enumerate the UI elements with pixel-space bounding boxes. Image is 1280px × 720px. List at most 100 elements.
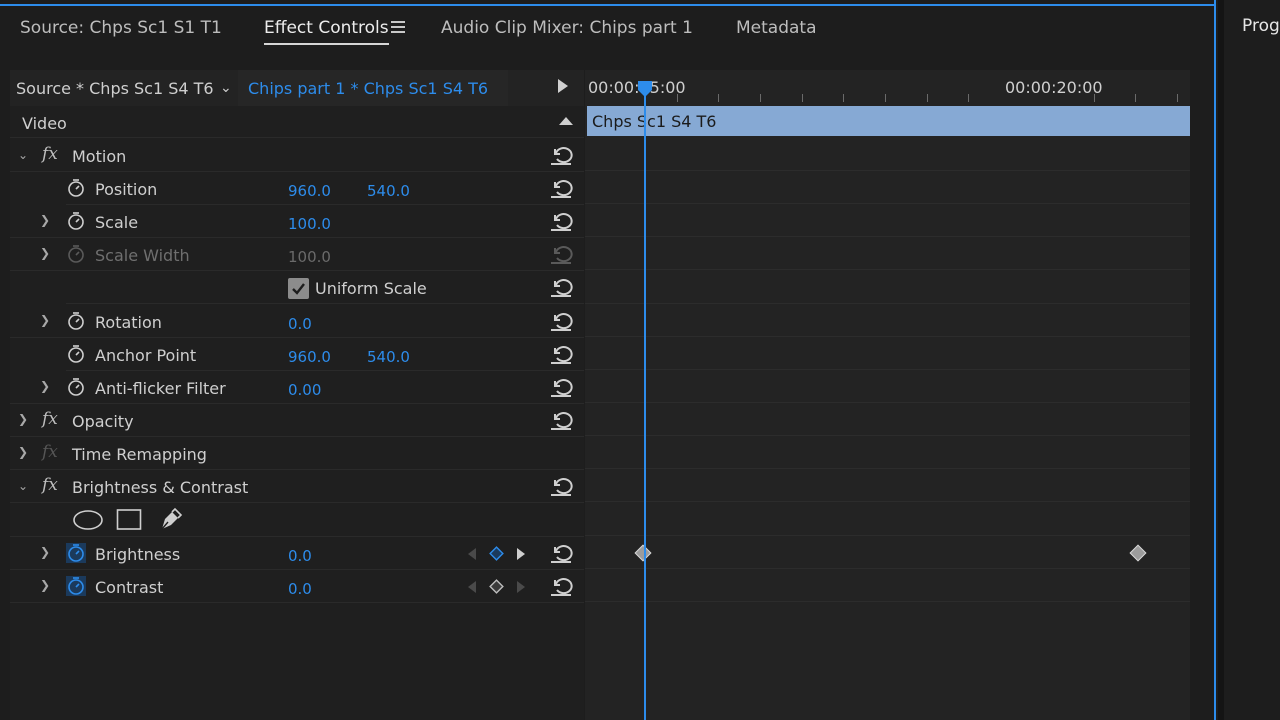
tab-audio-clip-mixer[interactable]: Audio Clip Mixer: Chips part 1 [441,18,693,38]
keyframe-navigator[interactable] [467,545,531,563]
mask-tools [10,503,584,537]
timeline-row-divider [585,336,1190,337]
stopwatch-icon[interactable] [66,211,86,231]
program-monitor-panel: Progr [1224,0,1280,720]
clip-bar-label: Chps Sc1 S4 T6 [592,112,717,131]
stopwatch-icon[interactable] [66,178,86,198]
stopwatch-icon [68,245,84,263]
reset-icon[interactable] [549,474,573,498]
rotation-value[interactable]: 0.0 [288,315,312,333]
uniform-scale-checkbox[interactable] [288,278,309,299]
anti-flicker-value[interactable]: 0.00 [288,381,321,399]
show-hide-timeline-icon[interactable] [558,79,568,93]
chevron-right-icon[interactable]: ❯ [40,578,50,592]
ruler-tick [927,94,928,102]
chevron-right-icon[interactable]: ❯ [40,379,50,393]
timeline-row-divider [585,236,1190,237]
contrast-value[interactable]: 0.0 [288,580,312,598]
reset-icon[interactable] [549,408,573,432]
chevron-right-icon[interactable]: ❯ [40,246,50,260]
effect-opacity[interactable]: ❯ fx Opacity [10,404,584,437]
effect-time-remapping[interactable]: ❯ fx Time Remapping [10,437,584,470]
property-label: Brightness [95,545,181,564]
scale-value[interactable]: 100.0 [288,215,331,233]
position-y-value[interactable]: 540.0 [367,182,410,200]
reset-icon[interactable] [549,541,573,565]
anchor-x-value[interactable]: 960.0 [288,348,331,366]
chevron-right-icon[interactable]: ❯ [18,412,28,426]
effect-name: Time Remapping [72,445,207,464]
tab-effect-controls[interactable]: Effect Controls [264,18,389,45]
fx-icon[interactable]: fx [42,144,58,164]
scale-width-value: 100.0 [288,248,331,266]
ruler-tick [802,94,803,102]
anchor-y-value[interactable]: 540.0 [367,348,410,366]
reset-icon[interactable] [549,143,573,167]
reset-icon[interactable] [549,275,573,299]
stopwatch-active-icon[interactable] [66,576,86,596]
reset-icon[interactable] [549,176,573,200]
timeline-row-divider [585,369,1190,370]
timeline-row-divider [585,501,1190,502]
ruler-tick [760,94,761,102]
stopwatch-icon[interactable] [66,377,86,397]
property-anti-flicker: ❯ Anti-flicker Filter 0.00 [10,371,584,404]
ruler-tick [885,94,886,102]
ruler-tick [843,94,844,102]
video-section-header: Video [10,106,584,138]
fx-icon[interactable]: fx [42,475,58,495]
ruler-tick [677,94,678,102]
position-x-value[interactable]: 960.0 [288,182,331,200]
stopwatch-icon[interactable] [66,311,86,331]
ruler-tick [1094,94,1095,102]
chevron-down-icon[interactable]: ⌄ [220,80,232,96]
reset-icon[interactable] [549,309,573,333]
clip-selector-label: Chips part 1 * Chps Sc1 S4 T6 [248,79,489,98]
tab-program[interactable]: Progr [1242,16,1280,36]
chevron-right-icon[interactable]: ❯ [40,545,50,559]
timeline-row-divider [585,568,1190,569]
ellipse-mask-icon[interactable] [72,509,104,531]
property-label: Scale Width [95,246,190,265]
chevron-down-icon[interactable]: ⌄ [18,148,28,162]
timeline-row-divider [585,203,1190,204]
chevron-down-icon[interactable]: ⌄ [18,479,28,493]
clip-selector[interactable]: Chips part 1 * Chps Sc1 S4 T6 [238,70,508,106]
chevron-right-icon[interactable]: ❯ [18,445,28,459]
video-label: Video [22,114,67,133]
collapse-up-icon[interactable] [559,117,573,125]
effect-name: Opacity [72,412,134,431]
playhead-line[interactable] [644,82,646,720]
playhead-icon[interactable] [637,80,653,98]
ruler-tick [968,94,969,102]
property-anchor-point: Anchor Point 960.0 540.0 [66,338,584,371]
ruler-tick [1135,94,1136,102]
property-label: Anti-flicker Filter [95,379,226,398]
keyframe-navigator[interactable] [467,578,531,596]
reset-icon[interactable] [549,342,573,366]
ruler-tick [718,94,719,102]
panel-menu-icon[interactable] [391,21,405,33]
source-label: Source * Chps Sc1 S4 T6 [16,79,214,98]
brightness-value[interactable]: 0.0 [288,547,312,565]
ruler-tick [1177,94,1178,102]
effect-brightness-contrast[interactable]: ⌄ fx Brightness & Contrast [10,470,584,503]
pen-mask-icon[interactable] [158,506,184,532]
property-label: Position [95,180,158,199]
reset-icon[interactable] [549,209,573,233]
reset-icon[interactable] [549,574,573,598]
fx-icon[interactable]: fx [42,409,58,429]
effect-motion[interactable]: ⌄ fx Motion [10,139,584,172]
stopwatch-icon[interactable] [66,344,86,364]
tab-metadata[interactable]: Metadata [736,18,817,38]
chevron-right-icon[interactable]: ❯ [40,313,50,327]
rectangle-mask-icon[interactable] [116,508,142,532]
effect-timeline[interactable] [585,70,1190,720]
reset-icon [551,246,573,264]
reset-icon[interactable] [549,375,573,399]
chevron-right-icon[interactable]: ❯ [40,213,50,227]
tab-source[interactable]: Source: Chps Sc1 S1 T1 [20,18,222,38]
clip-bar[interactable]: Chps Sc1 S4 T6 [587,106,1190,136]
time-ruler[interactable]: 00:00:15:00 00:00:20:00 [585,70,1190,104]
stopwatch-active-icon[interactable] [66,543,86,563]
